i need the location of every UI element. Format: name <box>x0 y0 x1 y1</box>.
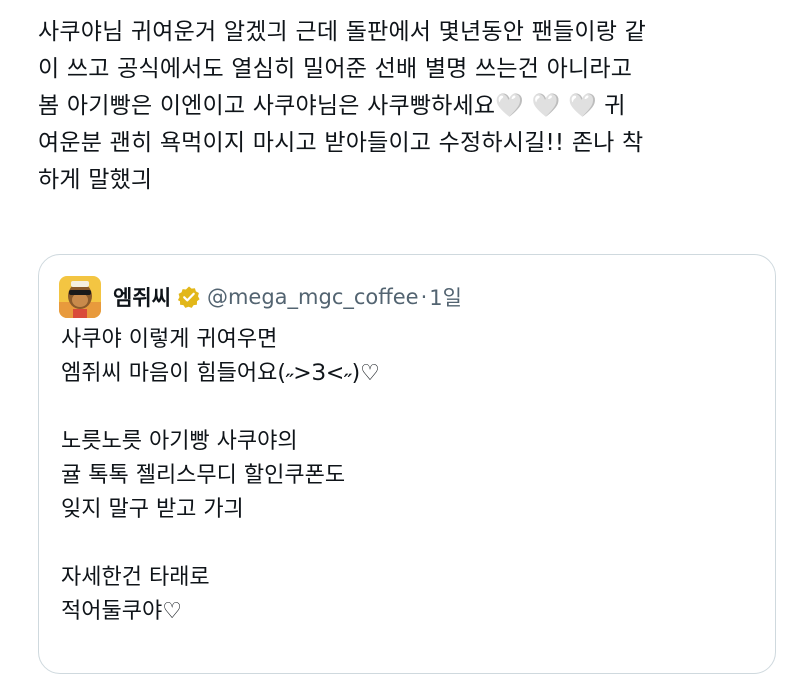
user-handle[interactable]: @mega_mgc_coffee <box>207 285 419 309</box>
quoted-tweet-header: 엠쥐씨 @mega_mgc_coffee · 1일 <box>59 275 462 319</box>
separator-dot: · <box>420 285 428 309</box>
avatar[interactable] <box>59 276 101 318</box>
quoted-tweet-card[interactable]: 엠쥐씨 @mega_mgc_coffee · 1일 사쿠야 이렇게 귀여우면 엠… <box>38 254 776 674</box>
quoted-tweet-text: 사쿠야 이렇게 귀여우면 엠쥐씨 마음이 힘들어요(˶>З<˶)♡ 노릇노릇 아… <box>61 327 380 624</box>
tweet-text: 사쿠야님 귀여운거 알겠긔 근데 돌판에서 몇년동안 팬들이랑 같 이 쓰고 공… <box>38 19 646 193</box>
cartoon-mascot-avatar-icon <box>59 276 101 318</box>
verified-badge-icon <box>177 285 201 309</box>
display-name[interactable]: 엠쥐씨 <box>113 282 171 312</box>
timestamp[interactable]: 1일 <box>429 282 462 312</box>
